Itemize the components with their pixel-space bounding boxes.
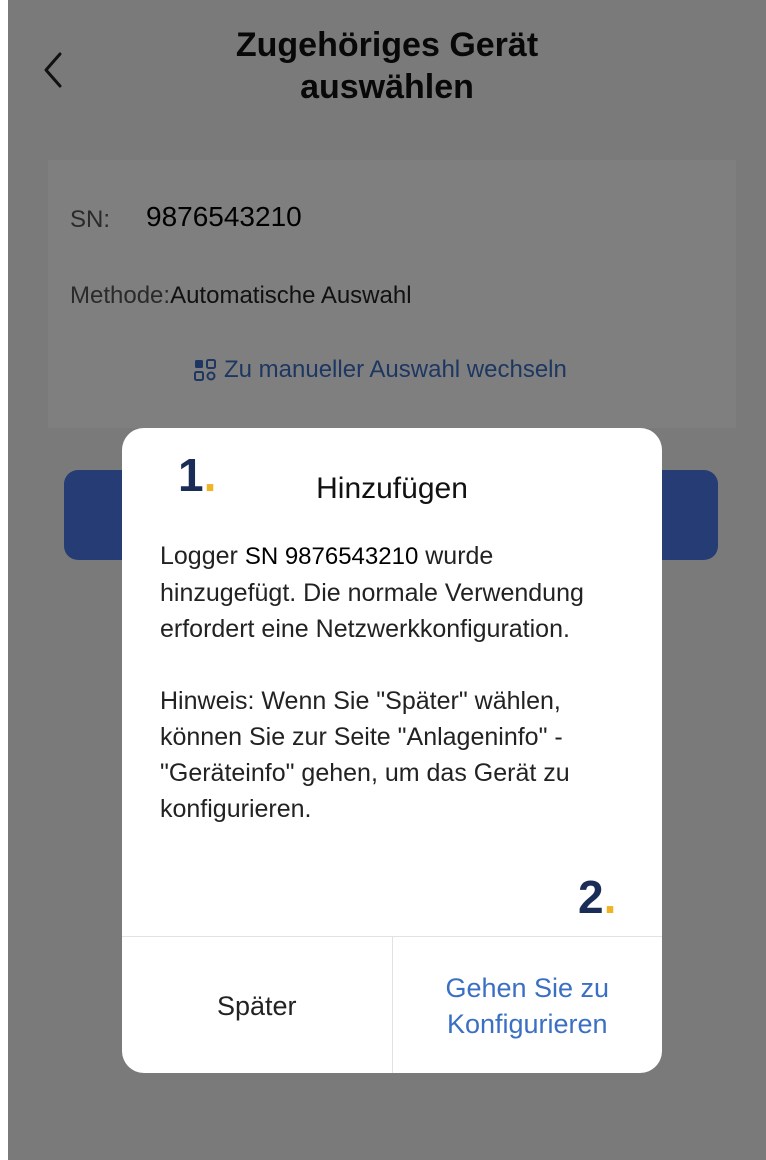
dialog-message-sn: SN 9876543210 [244, 543, 419, 570]
step-marker-2-number: 2 [578, 871, 604, 923]
screen: Zugehöriges Gerät auswählen SN: 98765432… [0, 0, 766, 1160]
dialog-title: Hinzufügen [316, 472, 468, 505]
dialog-body: Logger SN 9876543210 wurde hinzugefügt. … [160, 538, 600, 827]
dialog-hint: Hinweis: Wenn Sie "Später" wählen, könne… [160, 687, 570, 823]
edge-strip [0, 0, 8, 1160]
dialog-message-prefix: Logger [160, 542, 238, 570]
dialog-message: Logger SN 9876543210 wurde hinzugefügt. … [160, 538, 600, 647]
dialog-actions: Später Gehen Sie zu Konfigurieren [122, 936, 662, 1073]
step-marker-2: 2. [578, 870, 616, 924]
add-dialog: 1. Hinzufügen Logger SN 9876543210 wurde… [122, 428, 662, 1073]
configure-button[interactable]: Gehen Sie zu Konfigurieren [393, 937, 663, 1073]
later-button[interactable]: Später [122, 937, 393, 1073]
step-marker-2-dot: . [603, 871, 617, 923]
